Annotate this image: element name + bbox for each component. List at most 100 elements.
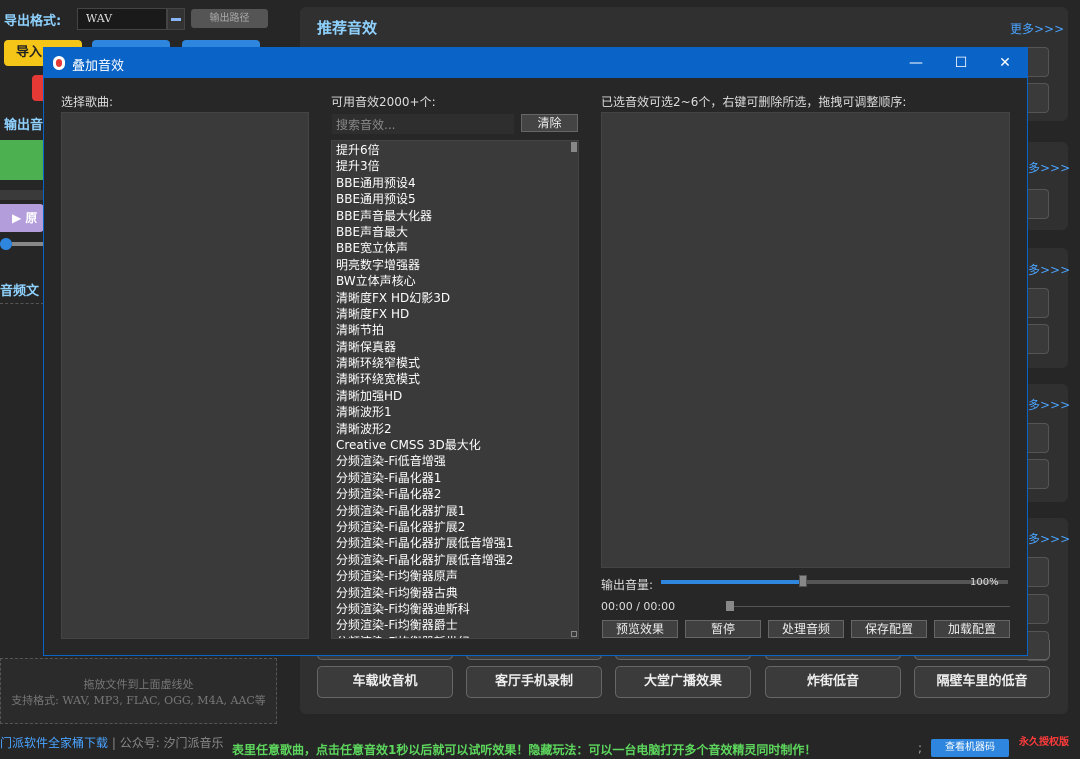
effect-list-item[interactable]: 清晰度FX HD <box>336 306 578 322</box>
footer-links: 门派软件全家桶下载 | 公众号: 汐门派音乐 <box>0 734 224 751</box>
effect-list-item[interactable]: 提升3倍 <box>336 158 578 174</box>
more-link[interactable]: 多>>> <box>1028 530 1070 547</box>
effect-phone-record-button[interactable]: 客厅手机录制 <box>466 666 602 698</box>
effect-button-side[interactable] <box>1028 423 1049 453</box>
footer-tip: 表里任意歌曲，点击任意音效1秒以后就可以试听效果！隐藏玩法：可以一台电脑打开多个… <box>232 743 817 757</box>
effect-list-item[interactable]: 分频渲染-Fi低音增强 <box>336 453 578 469</box>
scrollbar-thumb[interactable] <box>571 142 577 152</box>
close-icon[interactable]: ✕ <box>983 48 1027 78</box>
effect-list-item[interactable]: 提升6倍 <box>336 142 578 158</box>
file-drop-zone[interactable]: 拖放文件到上面虚线处 支持格式: WAV, MP3, FLAC, OGG, M4… <box>0 658 277 724</box>
overlay-effects-dialog: 叠加音效 — ☐ ✕ 选择歌曲: 可用音效2000+个: 搜索音效... 清除 … <box>43 47 1028 656</box>
more-link[interactable]: 多>>> <box>1028 396 1070 413</box>
supported-formats: 支持格式: WAV, MP3, FLAC, OGG, M4A, AAC等 <box>11 694 266 707</box>
volume-knob[interactable] <box>799 575 808 587</box>
dialog-title: 叠加音效 <box>72 59 125 74</box>
effect-list-item[interactable]: 分频渲染-Fi均衡器爵士 <box>336 617 578 633</box>
effect-list-item[interactable]: Creative CMSS 3D最大化 <box>336 437 578 453</box>
slider-knob[interactable] <box>0 238 12 250</box>
effect-list-item[interactable]: 分频渲染-Fi晶化器扩展2 <box>336 519 578 535</box>
effect-list-item[interactable]: 分频渲染-Fi均衡器迪斯科 <box>336 601 578 617</box>
save-config-button[interactable]: 保存配置 <box>851 620 927 638</box>
dropdown-icon[interactable] <box>167 8 185 30</box>
effect-list-item[interactable]: 分频渲染-Fi晶化器扩展1 <box>336 503 578 519</box>
effect-nextcar-bass-button[interactable]: 隔壁车里的低音 <box>914 666 1050 698</box>
effect-list-item[interactable]: BBE通用预设4 <box>336 175 578 191</box>
effect-list-item[interactable]: 清晰波形1 <box>336 404 578 420</box>
format-label: 导出格式: <box>4 14 62 29</box>
slider-track[interactable] <box>12 242 44 246</box>
load-config-button[interactable]: 加载配置 <box>934 620 1010 638</box>
audio-files-label: 音频文 <box>0 284 40 299</box>
volume-fill <box>661 580 804 584</box>
effect-list-item[interactable]: 分频渲染-Fi均衡器古典 <box>336 585 578 601</box>
clear-button[interactable]: 清除 <box>521 114 578 132</box>
effect-button-side[interactable] <box>1028 324 1049 354</box>
download-link[interactable]: 门派软件全家桶下载 <box>0 736 108 750</box>
volume-label: 输出音量: <box>601 578 654 592</box>
position-slider[interactable] <box>726 606 1010 607</box>
pause-button[interactable]: 暂停 <box>685 620 761 638</box>
effects-list[interactable]: 提升6倍 提升3倍 BBE通用预设4 BBE通用预设5 BBE声音最大化器 BBE声音最大… <box>331 140 579 639</box>
effect-list-item[interactable]: 清晰度FX HD幻影3D <box>336 290 578 306</box>
footer-separator: | <box>108 736 120 750</box>
selected-effects-list[interactable] <box>601 112 1010 568</box>
format-select[interactable]: WAV <box>77 8 167 30</box>
effect-button-side[interactable] <box>1028 288 1049 318</box>
effect-list-item[interactable]: 清晰节拍 <box>336 322 578 338</box>
effect-list-item[interactable]: 分频渲染-Fi晶化器扩展低音增强1 <box>336 535 578 551</box>
effect-list-item[interactable]: 清晰环绕窄模式 <box>336 355 578 371</box>
green-button[interactable] <box>0 140 44 180</box>
effect-list-item[interactable]: 分频渲染-Fi晶化器扩展低音增强2 <box>336 552 578 568</box>
license-badge: 永久授权版 <box>1019 737 1069 748</box>
effect-list-item[interactable]: BBE通用预设5 <box>336 191 578 207</box>
minimize-icon[interactable]: — <box>894 48 938 78</box>
volume-percent: 100% <box>970 577 999 588</box>
dialog-titlebar[interactable]: 叠加音效 — ☐ ✕ <box>44 48 1027 78</box>
effect-button-side[interactable] <box>1028 557 1049 587</box>
effect-street-bass-button[interactable]: 炸街低音 <box>765 666 901 698</box>
effect-hall-broadcast-button[interactable]: 大堂广播效果 <box>615 666 751 698</box>
time-display: 00:00 / 00:00 <box>601 600 676 613</box>
progress-bar <box>0 190 44 200</box>
effect-list-item[interactable]: 清晰波形2 <box>336 421 578 437</box>
effects-label: 可用音效2000+个: <box>331 95 436 109</box>
more-link[interactable]: 更多>>> <box>1010 20 1064 37</box>
export-path-button[interactable]: 输出路径 <box>191 9 268 28</box>
effect-list-item[interactable]: BBE宽立体声 <box>336 240 578 256</box>
effect-list-item[interactable]: 清晰保真器 <box>336 339 578 355</box>
app-icon <box>53 56 65 70</box>
songs-list[interactable] <box>61 112 309 639</box>
more-link[interactable]: 多>>> <box>1028 261 1070 278</box>
effect-search-input[interactable]: 搜索音效... <box>332 114 514 134</box>
preview-original-button[interactable]: ▶ 原 <box>0 204 44 232</box>
more-link[interactable]: 多>>> <box>1028 159 1070 176</box>
effect-list-item[interactable]: 分频渲染-Fi晶化器1 <box>336 470 578 486</box>
process-audio-button[interactable]: 处理音频 <box>768 620 844 638</box>
effect-list-item[interactable]: 分频渲染-Fi均衡器原声 <box>336 568 578 584</box>
effect-list-item[interactable]: 分频渲染-Fi晶化器2 <box>336 486 578 502</box>
machine-code-button[interactable]: 查看机器码 <box>931 739 1009 757</box>
resize-grip-icon[interactable] <box>571 631 577 637</box>
effect-car-radio-button[interactable]: 车载收音机 <box>317 666 453 698</box>
position-knob[interactable] <box>726 601 734 611</box>
recommend-title: 推荐音效 <box>317 19 378 37</box>
effect-list-item[interactable]: 清晰加强HD <box>336 388 578 404</box>
footer-colon: ; <box>918 741 923 755</box>
effect-list-item[interactable]: BBE声音最大 <box>336 224 578 240</box>
effect-button-side[interactable] <box>1028 189 1049 219</box>
effect-button-side[interactable] <box>1028 83 1049 113</box>
effect-list-item[interactable]: 明亮数字增强器 <box>336 257 578 273</box>
effect-list-item[interactable]: 清晰环绕宽模式 <box>336 371 578 387</box>
effect-button-side[interactable] <box>1028 47 1049 77</box>
export-audio-label: 输出音 <box>4 118 44 133</box>
effect-list-item[interactable]: BBE声音最大化器 <box>336 208 578 224</box>
effect-button-side[interactable] <box>1028 459 1049 489</box>
effect-list-item[interactable]: 分频渲染-Fi均衡器新世纪 <box>336 634 578 638</box>
preview-effect-button[interactable]: 预览效果 <box>602 620 678 638</box>
effect-list-item[interactable]: BW立体声核心 <box>336 273 578 289</box>
effect-button-side[interactable] <box>1028 594 1049 624</box>
wechat-label: 公众号: 汐门派音乐 <box>119 736 224 750</box>
maximize-icon[interactable]: ☐ <box>939 48 983 78</box>
drop-hint: 拖放文件到上面虚线处 <box>83 678 194 691</box>
